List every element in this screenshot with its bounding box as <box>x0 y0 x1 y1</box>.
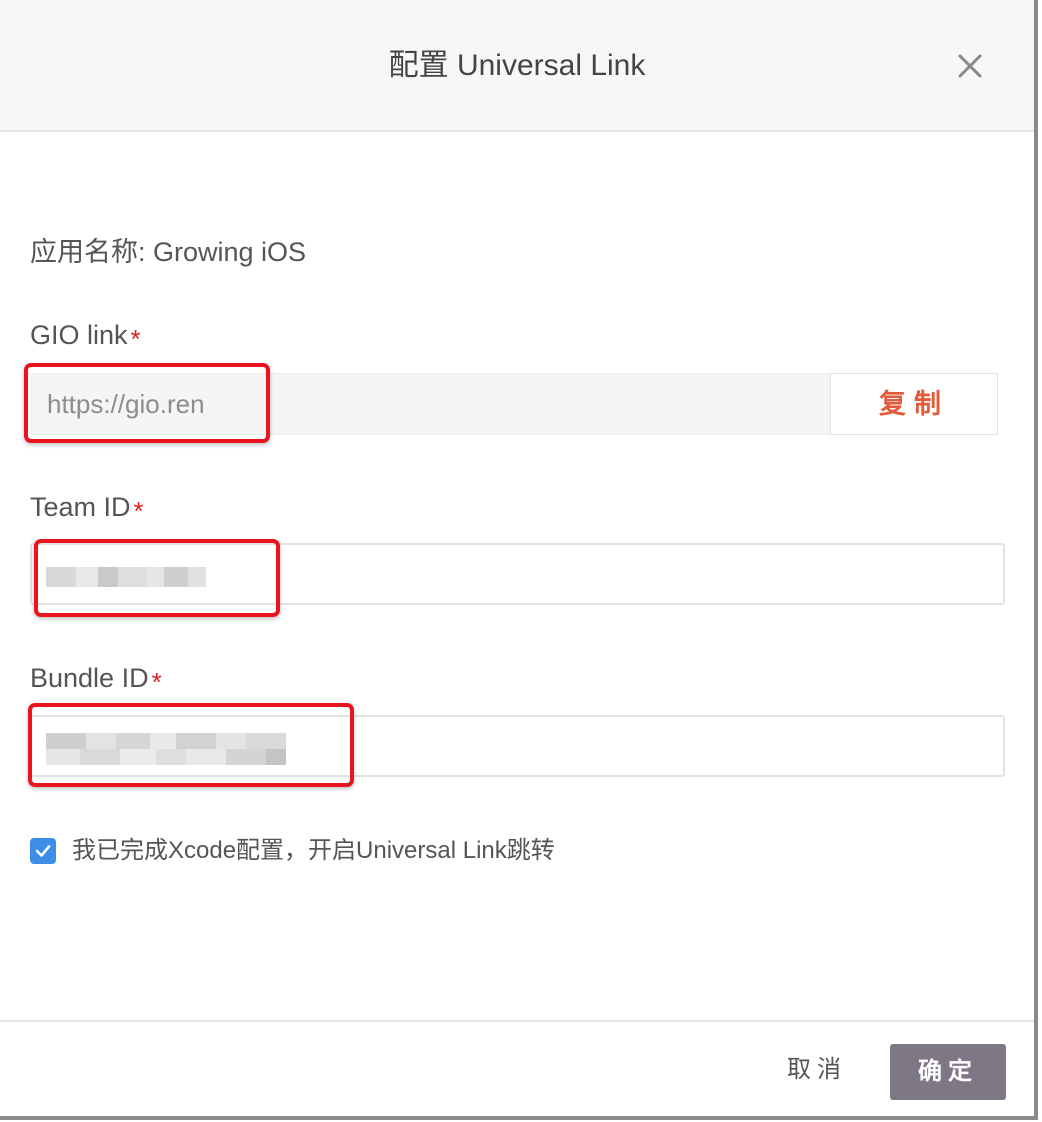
dialog-header: 配置 Universal Link <box>0 0 1034 132</box>
bundle-id-input[interactable] <box>30 715 1005 777</box>
team-id-input[interactable] <box>30 543 1005 605</box>
bundle-id-label: Bundle ID * <box>30 660 162 697</box>
close-icon[interactable] <box>952 48 988 84</box>
xcode-config-checkbox-label: 我已完成Xcode配置，开启Universal Link跳转 <box>72 837 555 864</box>
required-mark: * <box>130 324 141 354</box>
confirm-button[interactable]: 确定 <box>890 1044 1006 1100</box>
cancel-button[interactable]: 取消 <box>775 1046 859 1094</box>
xcode-config-checkbox[interactable] <box>30 838 56 864</box>
team-id-label: Team ID * <box>30 489 144 526</box>
universal-link-dialog: 配置 Universal Link 应用名称: Growing iOS GIO … <box>0 0 1038 1120</box>
gio-link-label-text: GIO link <box>30 320 128 350</box>
checkmark-icon <box>35 845 51 857</box>
required-mark: * <box>151 667 162 697</box>
copy-button[interactable]: 复制 <box>830 373 998 435</box>
xcode-config-checkbox-row[interactable]: 我已完成Xcode配置，开启Universal Link跳转 <box>30 835 555 867</box>
dialog-footer: 取消 确定 <box>0 1020 1034 1118</box>
bundle-id-label-text: Bundle ID <box>30 663 149 693</box>
gio-link-label: GIO link * <box>30 317 141 354</box>
required-mark: * <box>133 496 144 526</box>
dialog-title: 配置 Universal Link <box>388 49 646 82</box>
app-name-label: 应用名称: Growing iOS <box>30 237 307 267</box>
redacted-value <box>46 567 206 587</box>
redacted-value <box>46 733 286 765</box>
gio-link-field[interactable]: https://gio.ren <box>30 373 830 435</box>
team-id-label-text: Team ID <box>30 492 131 522</box>
